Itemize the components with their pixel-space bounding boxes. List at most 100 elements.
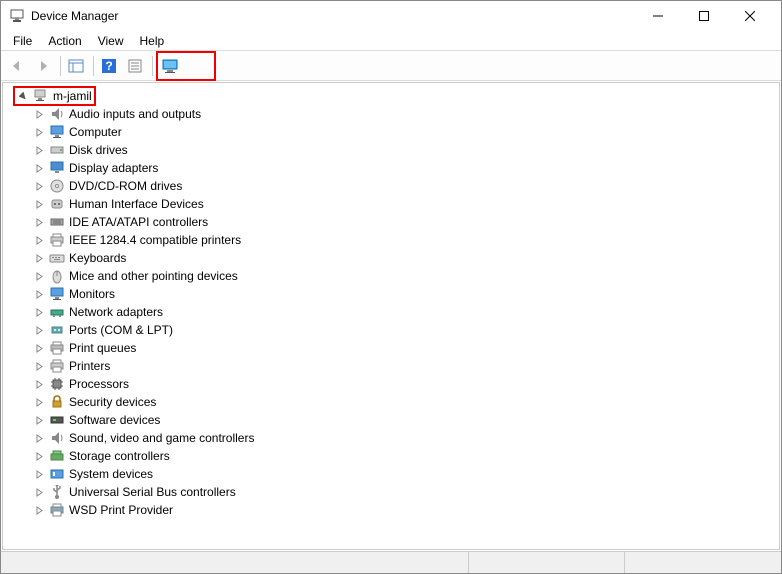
tree-label[interactable]: Mice and other pointing devices [69,269,238,283]
tree-root-node[interactable]: m-jamil [11,87,779,105]
expander-icon[interactable] [33,324,45,336]
tree-node[interactable]: Monitors [31,285,779,303]
tree-label[interactable]: IEEE 1284.4 compatible printers [69,233,241,247]
tree-label[interactable]: WSD Print Provider [69,503,173,517]
status-cell [1,552,469,573]
expander-icon[interactable] [33,144,45,156]
tree-node[interactable]: Keyboards [31,249,779,267]
tree-label[interactable]: Ports (COM & LPT) [69,323,173,337]
tree-children: Audio inputs and outputs Computer Disk dri… [11,105,779,519]
tree-node[interactable]: Human Interface Devices [31,195,779,213]
close-button[interactable] [727,1,773,31]
expander-icon[interactable] [33,396,45,408]
tree-node[interactable]: Mice and other pointing devices [31,267,779,285]
tree-node[interactable]: Ports (COM & LPT) [31,321,779,339]
expander-icon[interactable] [33,234,45,246]
tree-node[interactable]: Security devices [31,393,779,411]
expander-icon[interactable] [33,378,45,390]
forward-button[interactable] [31,54,55,78]
tree-node[interactable]: Printers [31,357,779,375]
tree-node[interactable]: Display adapters [31,159,779,177]
tree-label[interactable]: Display adapters [69,161,158,175]
expander-icon[interactable] [33,360,45,372]
highlighted-toolbar-area [156,51,216,81]
tree-label[interactable]: Security devices [69,395,156,409]
tree-node[interactable]: IEEE 1284.4 compatible printers [31,231,779,249]
help-button[interactable]: ? [97,54,121,78]
device-tree[interactable]: m-jamil Audio inputs and outputs Computer… [2,82,780,550]
tree-node[interactable]: Sound, video and game controllers [31,429,779,447]
scan-hardware-button[interactable] [159,54,183,78]
expander-icon[interactable] [33,468,45,480]
cpu-icon [49,376,65,392]
show-hide-console-button[interactable] [64,54,88,78]
tree-label[interactable]: Disk drives [69,143,128,157]
tree-node[interactable]: Processors [31,375,779,393]
tree-label[interactable]: System devices [69,467,153,481]
tree-node[interactable]: Universal Serial Bus controllers [31,483,779,501]
tree-node[interactable]: Software devices [31,411,779,429]
tree-label[interactable]: Network adapters [69,305,163,319]
computer-root-icon [33,88,49,104]
tree-label[interactable]: Human Interface Devices [69,197,204,211]
menu-file[interactable]: File [5,32,40,50]
tree-label[interactable]: Processors [69,377,129,391]
port-icon [49,322,65,338]
tree-node[interactable]: Audio inputs and outputs [31,105,779,123]
audio-icon [49,106,65,122]
hid-icon [49,196,65,212]
tree-node[interactable]: IDE ATA/ATAPI controllers [31,213,779,231]
back-button[interactable] [5,54,29,78]
expander-icon[interactable] [33,270,45,282]
expander-icon[interactable] [33,180,45,192]
expander-icon[interactable] [33,504,45,516]
tree-label[interactable]: Storage controllers [69,449,170,463]
properties-button[interactable] [123,54,147,78]
tree-label[interactable]: Keyboards [69,251,126,265]
monitor-icon [49,286,65,302]
expander-icon[interactable] [33,342,45,354]
expander-icon[interactable] [33,486,45,498]
window-title: Device Manager [31,9,635,23]
tree-label[interactable]: Software devices [69,413,160,427]
tree-label[interactable]: Universal Serial Bus controllers [69,485,236,499]
tree-label[interactable]: Computer [69,125,122,139]
tree-node[interactable]: Computer [31,123,779,141]
expander-icon[interactable] [17,90,29,102]
window-controls [635,1,773,31]
expander-icon[interactable] [33,288,45,300]
expander-icon[interactable] [33,216,45,228]
menu-action[interactable]: Action [40,32,89,50]
minimize-button[interactable] [635,1,681,31]
tree-node[interactable]: Disk drives [31,141,779,159]
maximize-button[interactable] [681,1,727,31]
tree-node[interactable]: Print queues [31,339,779,357]
expander-icon[interactable] [33,126,45,138]
tree-label[interactable]: Monitors [69,287,115,301]
expander-icon[interactable] [33,450,45,462]
tree-label[interactable]: Sound, video and game controllers [69,431,254,445]
tree-label[interactable]: Audio inputs and outputs [69,107,201,121]
expander-icon[interactable] [33,252,45,264]
tree-node[interactable]: WSD Print Provider [31,501,779,519]
root-label[interactable]: m-jamil [53,89,92,103]
expander-icon[interactable] [33,198,45,210]
tree-node[interactable]: Storage controllers [31,447,779,465]
expander-icon[interactable] [33,108,45,120]
expander-icon[interactable] [33,162,45,174]
tree-label[interactable]: IDE ATA/ATAPI controllers [69,215,208,229]
tree-label[interactable]: Print queues [69,341,136,355]
tree-label[interactable]: Printers [69,359,110,373]
display-icon [49,160,65,176]
menu-view[interactable]: View [90,32,132,50]
tree-node[interactable]: System devices [31,465,779,483]
expander-icon[interactable] [33,414,45,426]
toolbar-separator [60,56,61,76]
menu-help[interactable]: Help [132,32,173,50]
tree-node[interactable]: Network adapters [31,303,779,321]
tree-node[interactable]: DVD/CD-ROM drives [31,177,779,195]
software-icon [49,412,65,428]
tree-label[interactable]: DVD/CD-ROM drives [69,179,182,193]
expander-icon[interactable] [33,306,45,318]
expander-icon[interactable] [33,432,45,444]
